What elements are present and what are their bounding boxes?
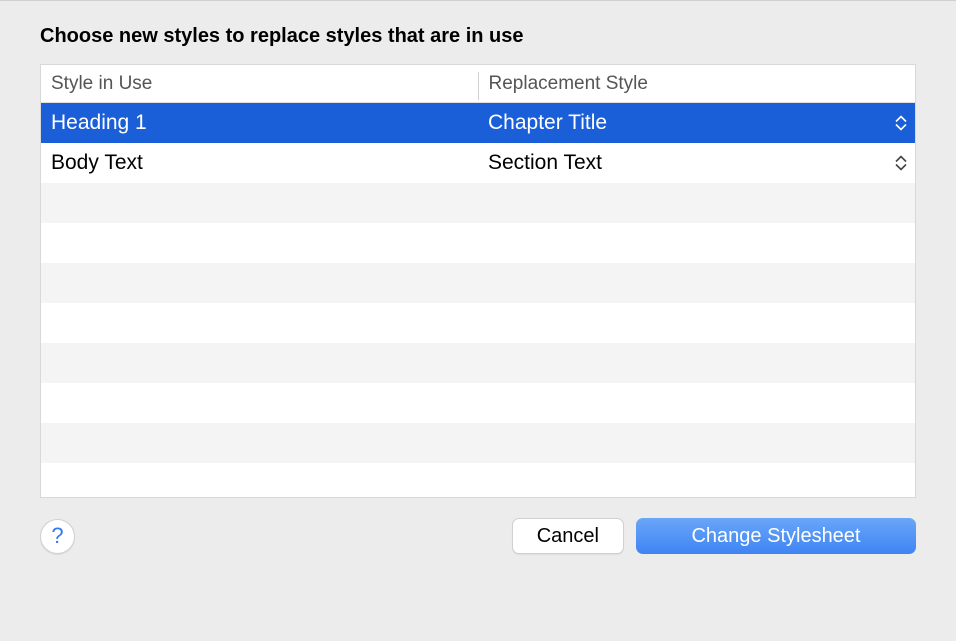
replacement-style-value: Chapter Title: [488, 111, 607, 135]
style-in-use-cell: Heading 1: [41, 111, 478, 135]
column-header-style-in-use[interactable]: Style in Use: [41, 73, 478, 95]
table-row-empty: [41, 463, 915, 498]
table-row[interactable]: Body Text Section Text: [41, 143, 915, 183]
replacement-style-cell[interactable]: Section Text: [478, 151, 915, 175]
replacement-style-cell[interactable]: Chapter Title: [478, 111, 915, 135]
table-row-empty: [41, 223, 915, 263]
cancel-button[interactable]: Cancel: [512, 518, 624, 554]
table-row-empty: [41, 383, 915, 423]
replacement-style-value: Section Text: [488, 151, 602, 175]
dropdown-stepper-icon[interactable]: [895, 116, 907, 131]
dialog-content: Choose new styles to replace styles that…: [0, 1, 956, 498]
table-row-empty: [41, 343, 915, 383]
dialog-title: Choose new styles to replace styles that…: [40, 25, 916, 48]
help-icon: ?: [51, 523, 63, 549]
table-row-empty: [41, 183, 915, 223]
help-button[interactable]: ?: [40, 519, 75, 554]
column-header-replacement-style[interactable]: Replacement Style: [479, 73, 916, 95]
style-in-use-cell: Body Text: [41, 151, 478, 175]
table-row-empty: [41, 263, 915, 303]
table-row-empty: [41, 423, 915, 463]
table-row-empty: [41, 303, 915, 343]
change-stylesheet-button[interactable]: Change Stylesheet: [636, 518, 916, 554]
table-body: Heading 1 Chapter Title Body Text Sectio…: [41, 103, 915, 498]
style-mapping-table: Style in Use Replacement Style Heading 1…: [40, 64, 916, 498]
dropdown-stepper-icon[interactable]: [895, 156, 907, 171]
dialog-footer: ? Cancel Change Stylesheet: [0, 498, 956, 574]
table-header: Style in Use Replacement Style: [41, 65, 915, 103]
table-row[interactable]: Heading 1 Chapter Title: [41, 103, 915, 143]
